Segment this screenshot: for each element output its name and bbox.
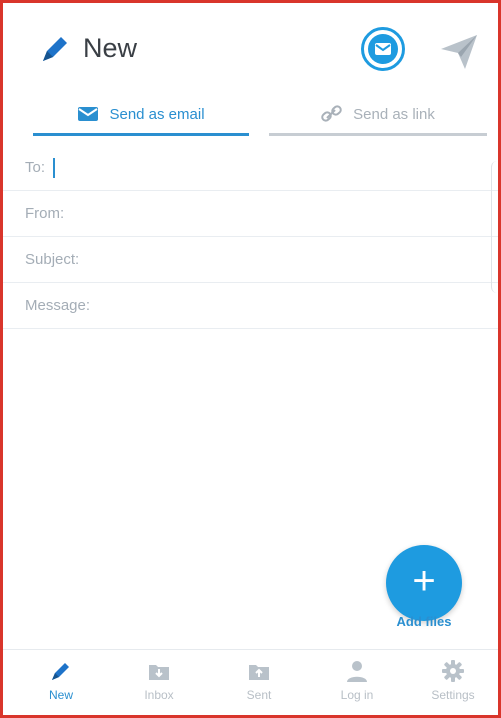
bottom-nav: New Inbox Sent Log in Settings [3,649,498,715]
mail-icon [368,34,398,64]
nav-item-sent[interactable]: Sent [219,658,299,702]
from-label: From: [25,205,65,222]
header: New [3,3,498,93]
link-icon [321,105,342,122]
nav-item-inbox[interactable]: Inbox [119,658,199,702]
tab-send-as-link[interactable]: Send as link [269,95,487,136]
scrollbar[interactable] [491,161,498,293]
subject-field[interactable]: Subject: [3,237,498,283]
nav-item-new[interactable]: New [21,658,101,702]
message-field[interactable]: Message: [3,283,498,329]
text-cursor [53,157,56,178]
nav-label-login: Log in [340,688,374,702]
sent-tray-icon [249,665,269,680]
nav-label-new: New [48,688,73,702]
nav-label-settings: Settings [431,688,475,702]
nav-item-settings[interactable]: Settings [413,658,493,702]
tab-label-link: Send as link [353,105,435,123]
pencil-icon [52,663,69,680]
envelope-icon [78,107,99,121]
send-mode-tabs: Send as email Send as link [3,95,498,136]
paper-plane-icon[interactable] [437,29,481,73]
to-field[interactable]: To: [3,145,498,191]
nav-label-inbox: Inbox [144,688,174,702]
app-frame: New Send as email Send as link To: From:… [0,0,501,718]
nav-item-login[interactable]: Log in [317,658,397,702]
nav-label-sent: Sent [246,688,272,702]
gear-icon [442,660,464,682]
add-files-button[interactable]: + [386,545,462,621]
plus-icon: + [412,559,436,603]
subject-label: Subject: [25,251,80,268]
add-files-label[interactable]: Add files [381,614,467,629]
email-mode-button[interactable] [361,27,405,71]
inbox-tray-icon [149,665,169,680]
tab-send-as-email[interactable]: Send as email [33,95,249,136]
pencil-icon [43,37,67,61]
tab-label-email: Send as email [109,105,205,123]
page-title: New [83,33,138,63]
to-label: To: [25,159,46,176]
compose-form: To: From: Subject: Message: [3,145,498,329]
from-field[interactable]: From: [3,191,498,237]
message-label: Message: [25,297,91,314]
user-icon [347,661,367,682]
